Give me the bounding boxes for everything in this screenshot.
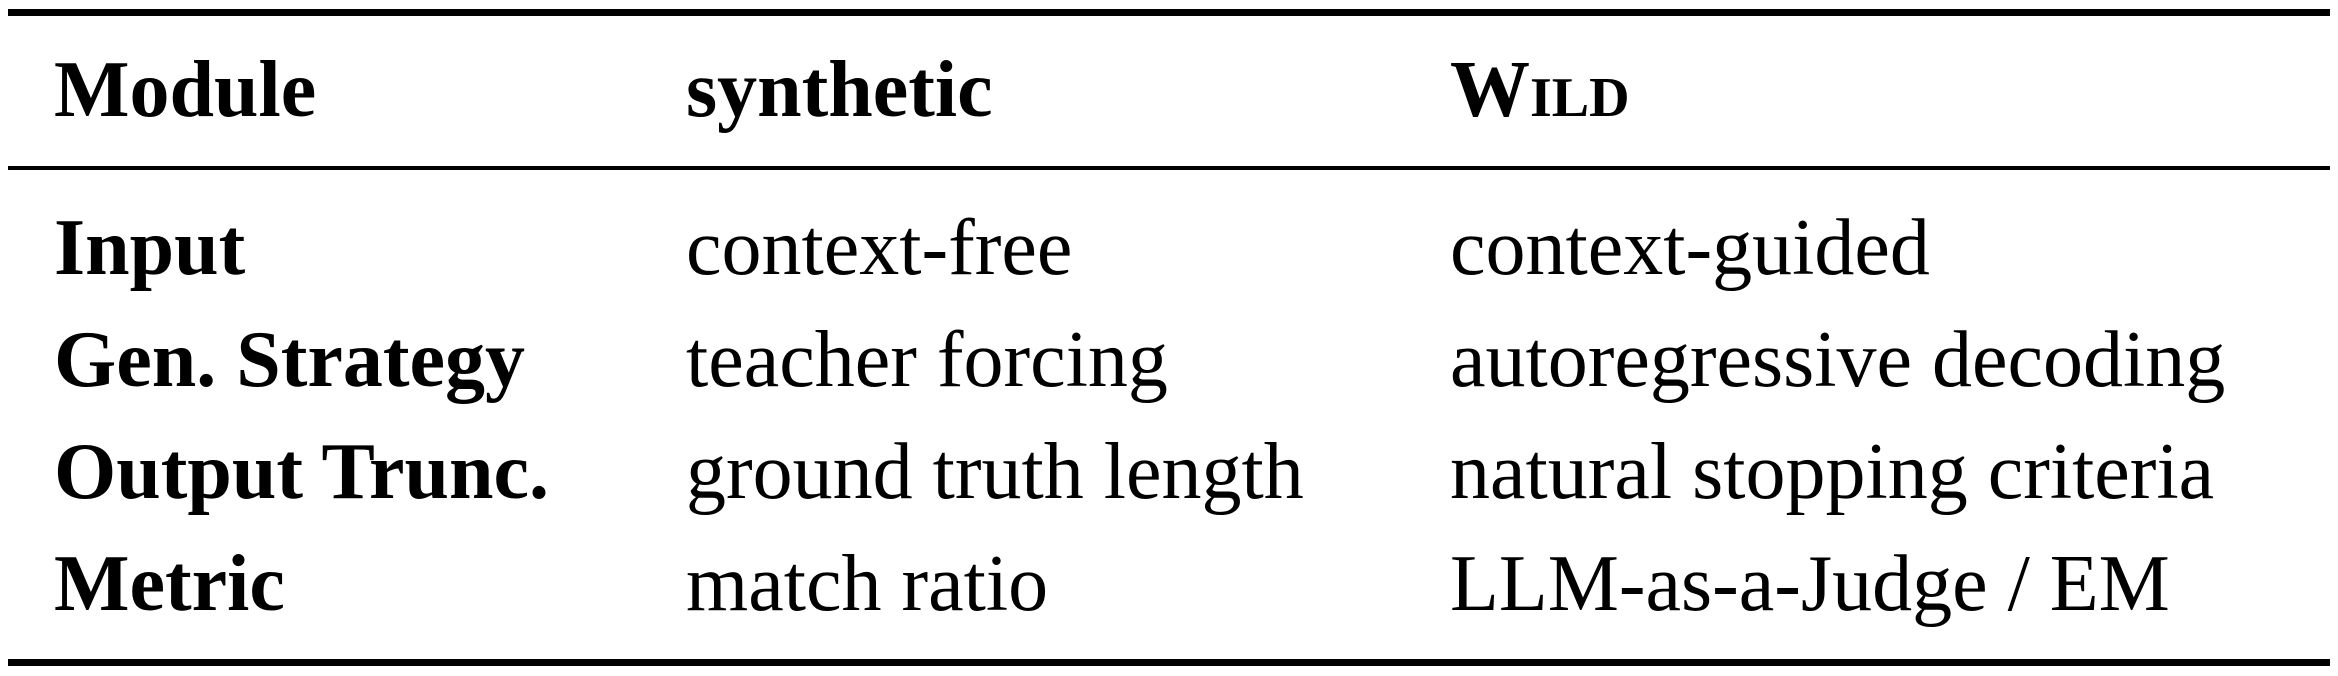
cell-synthetic-output-trunc: ground truth length bbox=[686, 428, 1304, 516]
cell-wild-metric: LLM-as-a-Judge / EM bbox=[1450, 540, 2170, 628]
cell-synthetic-metric: match ratio bbox=[686, 540, 1049, 628]
row-label-metric: Metric bbox=[54, 540, 285, 628]
table-header-rule bbox=[8, 166, 2330, 170]
cell-synthetic-gen-strategy: teacher forcing bbox=[686, 316, 1168, 404]
cell-wild-output-trunc: natural stopping criteria bbox=[1450, 428, 2215, 516]
row-label-output-trunc: Output Trunc. bbox=[54, 428, 549, 516]
row-label-input: Input bbox=[54, 204, 246, 292]
table-top-rule bbox=[8, 9, 2330, 16]
header-synthetic: synthetic bbox=[686, 46, 993, 134]
header-module: Module bbox=[54, 46, 317, 134]
row-label-gen-strategy: Gen. Strategy bbox=[54, 316, 526, 404]
table-bottom-rule bbox=[8, 659, 2330, 666]
header-wild: Wild bbox=[1450, 46, 1630, 134]
cell-wild-gen-strategy: autoregressive decoding bbox=[1450, 316, 2226, 404]
cell-wild-input: context-guided bbox=[1450, 204, 1930, 292]
cell-synthetic-input: context-free bbox=[686, 204, 1073, 292]
